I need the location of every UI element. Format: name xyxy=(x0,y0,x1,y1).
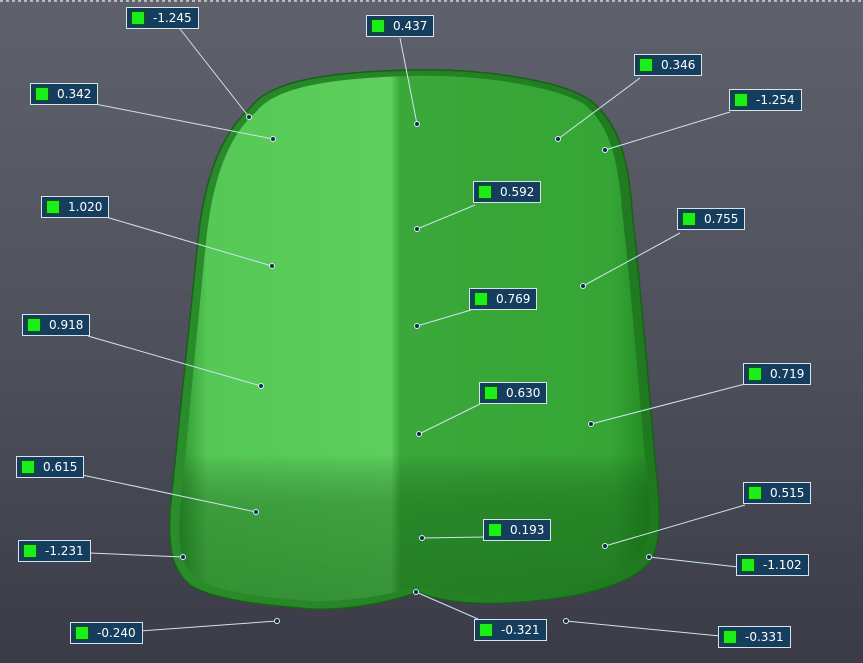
anchor-point[interactable] xyxy=(419,535,425,541)
deviation-value: 0.592 xyxy=(500,185,535,199)
anchor-point[interactable] xyxy=(416,431,422,437)
deviation-label[interactable]: 0.437 xyxy=(366,15,435,37)
deviation-value: 0.342 xyxy=(57,87,92,101)
deviation-color-swatch xyxy=(741,558,755,572)
deviation-label[interactable]: 0.615 xyxy=(16,456,85,478)
deviation-label[interactable]: 0.755 xyxy=(677,208,746,230)
deviation-label[interactable]: 0.193 xyxy=(483,519,552,541)
deviation-color-swatch xyxy=(75,626,89,640)
deviation-value: 0.437 xyxy=(393,19,428,33)
deviation-value: 0.755 xyxy=(704,212,739,226)
deviation-color-swatch xyxy=(682,212,696,226)
deviation-value: -0.321 xyxy=(501,623,540,637)
deviation-label[interactable]: -0.321 xyxy=(474,619,547,641)
deviation-label[interactable]: -1.245 xyxy=(126,7,199,29)
deviation-color-swatch xyxy=(748,486,762,500)
deviation-label[interactable]: -1.231 xyxy=(18,540,91,562)
deviation-value: -0.240 xyxy=(97,626,136,640)
anchor-point[interactable] xyxy=(602,147,608,153)
deviation-label[interactable]: 0.515 xyxy=(743,482,812,504)
deviation-value: 0.719 xyxy=(770,367,805,381)
deviation-label[interactable]: 0.769 xyxy=(469,288,538,310)
deviation-value: 0.630 xyxy=(506,386,541,400)
anchor-point[interactable] xyxy=(580,283,586,289)
leader-line xyxy=(179,28,250,118)
deviation-label[interactable]: 0.918 xyxy=(22,314,91,336)
deviation-color-swatch xyxy=(21,460,35,474)
deviation-color-swatch xyxy=(23,544,37,558)
deviation-value: 0.515 xyxy=(770,486,805,500)
anchor-point[interactable] xyxy=(414,121,420,127)
anchor-point[interactable] xyxy=(413,589,419,595)
anchor-point[interactable] xyxy=(258,383,264,389)
deviation-value: 0.346 xyxy=(661,58,696,72)
deviation-color-swatch xyxy=(734,93,748,107)
deviation-label[interactable]: -0.240 xyxy=(70,622,143,644)
deviation-value: 0.615 xyxy=(43,460,78,474)
anchor-point[interactable] xyxy=(563,618,569,624)
leader-line xyxy=(565,620,721,637)
deviation-label[interactable]: -1.254 xyxy=(729,89,802,111)
model-surface-shading xyxy=(179,75,650,601)
deviation-label[interactable]: 0.719 xyxy=(743,363,812,385)
deviation-color-swatch xyxy=(371,19,385,33)
deviation-value: -1.231 xyxy=(45,544,84,558)
deviation-label[interactable]: 1.020 xyxy=(41,196,110,218)
deviation-color-swatch xyxy=(35,87,49,101)
deviation-value: -0.331 xyxy=(745,630,784,644)
deviation-color-swatch xyxy=(27,318,41,332)
deviation-color-swatch xyxy=(474,292,488,306)
deviation-value: 0.918 xyxy=(49,318,84,332)
deviation-value: 0.769 xyxy=(496,292,531,306)
leader-line xyxy=(89,552,184,558)
anchor-point[interactable] xyxy=(414,323,420,329)
deviation-label[interactable]: 0.346 xyxy=(634,54,703,76)
anchor-point[interactable] xyxy=(274,618,280,624)
deviation-label[interactable]: 0.342 xyxy=(30,83,99,105)
deviation-value: -1.102 xyxy=(763,558,802,572)
deviation-label[interactable]: -0.331 xyxy=(718,626,791,648)
deviation-value: 0.193 xyxy=(510,523,545,537)
leader-line xyxy=(139,620,278,632)
anchor-point[interactable] xyxy=(646,554,652,560)
leader-line xyxy=(648,556,739,568)
deviation-value: -1.245 xyxy=(153,11,192,25)
deviation-color-swatch xyxy=(484,386,498,400)
anchor-point[interactable] xyxy=(269,263,275,269)
deviation-color-swatch xyxy=(639,58,653,72)
deviation-color-swatch xyxy=(488,523,502,537)
anchor-point[interactable] xyxy=(253,509,259,515)
leader-line xyxy=(604,111,731,151)
deviation-value: 1.020 xyxy=(68,200,103,214)
deviation-label[interactable]: 0.630 xyxy=(479,382,548,404)
anchor-point[interactable] xyxy=(414,226,420,232)
deviation-color-swatch xyxy=(478,185,492,199)
deviation-color-swatch xyxy=(131,11,145,25)
3d-viewport[interactable]: -1.245 0.437 0.342 0.346 -1.254 1.020 0.… xyxy=(0,0,863,663)
deviation-color-swatch xyxy=(479,623,493,637)
deviation-color-swatch xyxy=(748,367,762,381)
deviation-color-swatch xyxy=(46,200,60,214)
deviation-label[interactable]: 0.592 xyxy=(473,181,542,203)
deviation-label[interactable]: -1.102 xyxy=(736,554,809,576)
deviation-color-swatch xyxy=(723,630,737,644)
anchor-point[interactable] xyxy=(588,421,594,427)
anchor-point[interactable] xyxy=(270,136,276,142)
anchor-point[interactable] xyxy=(555,136,561,142)
anchor-point[interactable] xyxy=(602,543,608,549)
deviation-value: -1.254 xyxy=(756,93,795,107)
anchor-point[interactable] xyxy=(180,554,186,560)
anchor-point[interactable] xyxy=(246,114,252,120)
